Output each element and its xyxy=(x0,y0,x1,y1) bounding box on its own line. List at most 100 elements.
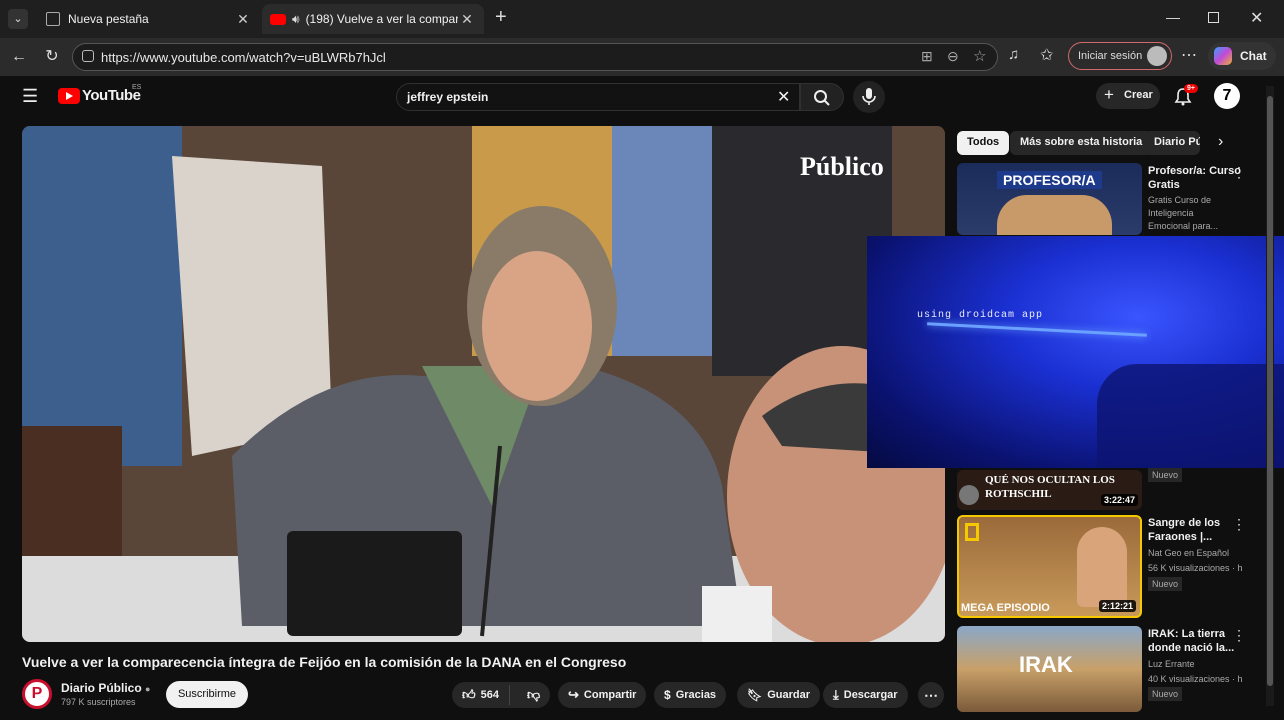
subscriber-count: 797 K suscriptores xyxy=(61,697,136,707)
related-thumbnail[interactable]: PROFESOR/A xyxy=(957,163,1142,235)
avatar-icon xyxy=(1147,46,1167,66)
copilot-chat-button[interactable]: Chat xyxy=(1208,42,1276,70)
related-title[interactable]: Profesor/a: Curso Gratis xyxy=(1148,164,1244,192)
search-icon xyxy=(814,90,830,106)
back-arrow-icon[interactable]: ← xyxy=(8,46,30,68)
new-tab-plus-icon[interactable]: + xyxy=(495,6,507,29)
minimize-icon[interactable]: — xyxy=(1166,9,1180,25)
tab-youtube-video[interactable]: 🔊︎ (198) Vuelve a ver la comparec ✕ xyxy=(262,4,484,34)
like-button[interactable]: 👍︎ 564 xyxy=(452,685,510,705)
kebab-menu-icon[interactable]: ⋮ xyxy=(1232,516,1246,533)
tab-label: Nueva pestaña xyxy=(68,12,149,26)
channel-name[interactable]: Diario Público ● xyxy=(61,681,150,695)
site-info-icon[interactable] xyxy=(82,50,94,62)
sign-in-button[interactable]: Iniciar sesión xyxy=(1068,42,1172,70)
related-title[interactable]: IRAK: La tierra donde nació la... xyxy=(1148,627,1244,655)
refresh-icon[interactable]: ↻ xyxy=(41,46,63,68)
like-count: 564 xyxy=(480,689,499,701)
create-button[interactable]: + Crear xyxy=(1096,83,1160,109)
scrollbar-thumb[interactable] xyxy=(1267,96,1273,686)
restore-icon[interactable] xyxy=(1208,12,1219,23)
overlay-object xyxy=(1097,364,1284,468)
new-badge: Nuevo xyxy=(1148,577,1183,591)
subscribe-button[interactable]: Suscribirme xyxy=(166,681,248,708)
thanks-icon: $ xyxy=(664,688,671,702)
page-scrollbar[interactable] xyxy=(1266,86,1274,706)
close-icon[interactable]: ✕ xyxy=(458,11,476,28)
channel-logo-icon xyxy=(959,485,979,505)
speaker-icon[interactable]: 🔊︎ xyxy=(292,12,300,27)
voice-search-button[interactable] xyxy=(853,81,885,113)
channel-avatar-button[interactable]: 7 xyxy=(1214,83,1240,109)
save-button[interactable]: 🔖︎ Guardar xyxy=(737,682,821,708)
video-player[interactable]: Público xyxy=(22,126,945,642)
thumbs-down-icon: 👎︎ xyxy=(526,687,541,702)
favorites-icon[interactable]: ✩ xyxy=(1040,45,1053,65)
related-thumbnail[interactable]: IRAK xyxy=(957,626,1142,712)
share-button[interactable]: ↪ Compartir xyxy=(558,682,647,708)
tab-label: (198) Vuelve a ver la comparec xyxy=(305,12,458,26)
download-icon: ⤓ xyxy=(833,687,839,702)
related-meta: 40 K visualizaciones · h xyxy=(1148,674,1243,684)
more-horizontal-icon: ⋯ xyxy=(924,686,938,703)
camera-overlay: using droidcam app xyxy=(867,236,1284,468)
related-meta: Nat Geo en Español xyxy=(1148,548,1230,558)
favorite-star-icon[interactable]: ☆ xyxy=(973,47,986,65)
search-input[interactable]: jeffrey epstein ✕ xyxy=(396,83,800,111)
chip-diario-publico[interactable]: Diario Pú xyxy=(1144,131,1200,155)
thanks-label: Gracias xyxy=(675,689,717,701)
related-thumbnail[interactable]: QUÉ NOS OCULTAN LOS ROTHSCHIL 3:22:47 xyxy=(957,470,1142,510)
related-title[interactable]: Sangre de los Faraones |... xyxy=(1148,516,1244,544)
overlay-led-strip xyxy=(927,322,1147,337)
page-icon xyxy=(46,12,60,26)
notifications-button[interactable]: 9+ xyxy=(1174,84,1198,109)
chat-label: Chat xyxy=(1240,49,1267,63)
tab-list-icon[interactable]: ⌄ xyxy=(8,9,28,29)
more-actions-button[interactable]: ⋯ xyxy=(918,682,944,708)
thumbnail-caption: MEGA EPISODIO xyxy=(961,602,1050,614)
menu-icon[interactable]: ☰ xyxy=(22,86,38,107)
video-duration: 2:12:21 xyxy=(1098,600,1136,612)
related-meta: Gratis Curso de xyxy=(1148,195,1212,205)
dislike-button[interactable]: 👎︎ xyxy=(515,687,552,703)
natgeo-logo-icon xyxy=(965,523,979,541)
video-frame-image xyxy=(22,126,945,642)
chip-more-on-story[interactable]: Más sobre esta historia xyxy=(1010,131,1153,155)
more-icon[interactable]: ⋯ xyxy=(1181,45,1197,65)
thumbnail-caption: PROFESOR/A xyxy=(997,171,1102,189)
clear-search-icon[interactable]: ✕ xyxy=(777,87,790,107)
thanks-button[interactable]: $ Gracias xyxy=(654,682,727,708)
kebab-menu-icon[interactable]: ⋮ xyxy=(1232,627,1246,644)
chevron-right-icon[interactable]: › xyxy=(1218,133,1223,151)
search-query[interactable]: jeffrey epstein xyxy=(407,90,488,104)
search-button[interactable] xyxy=(800,83,844,111)
copilot-icon xyxy=(1214,47,1232,65)
tab-new-tab[interactable]: Nueva pestaña ✕ xyxy=(38,4,260,34)
kebab-menu-icon[interactable]: ⋮ xyxy=(1232,164,1246,181)
youtube-play-triangle xyxy=(66,92,73,100)
chip-all[interactable]: Todos xyxy=(957,131,1010,155)
zoom-icon[interactable]: ⊖ xyxy=(947,48,959,65)
download-button[interactable]: ⤓ Descargar xyxy=(823,682,908,708)
related-meta: Luz Errante xyxy=(1148,659,1195,669)
plus-icon: + xyxy=(1104,85,1114,104)
overlay-caption: using droidcam app xyxy=(917,310,1044,321)
microphone-icon xyxy=(862,88,876,105)
bookmark-icon: 🔖︎ xyxy=(747,688,763,702)
channel-name-text: Diario Público xyxy=(61,681,142,695)
watermark-text: Público xyxy=(800,152,884,181)
video-title: Vuelve a ver la comparecencia íntegra de… xyxy=(22,654,627,670)
address-bar[interactable]: https://www.youtube.com/watch?v=uBLWRb7h… xyxy=(72,43,998,71)
url-text[interactable]: https://www.youtube.com/watch?v=uBLWRb7h… xyxy=(101,50,386,65)
related-thumbnail[interactable]: MEGA EPISODIO 2:12:21 xyxy=(957,515,1142,618)
app-icon[interactable]: ⊞ xyxy=(921,48,933,65)
channel-avatar[interactable]: P xyxy=(22,679,52,709)
verified-icon: ● xyxy=(145,684,151,694)
window-close-icon[interactable]: ✕ xyxy=(1250,8,1263,28)
media-control-icon[interactable]: ♫ xyxy=(1008,46,1019,63)
thumbnail-image xyxy=(1077,527,1127,607)
thumbnail-image xyxy=(997,195,1112,235)
close-icon[interactable]: ✕ xyxy=(234,11,252,28)
sign-in-label: Iniciar sesión xyxy=(1078,50,1143,62)
country-code: ES xyxy=(132,84,142,91)
